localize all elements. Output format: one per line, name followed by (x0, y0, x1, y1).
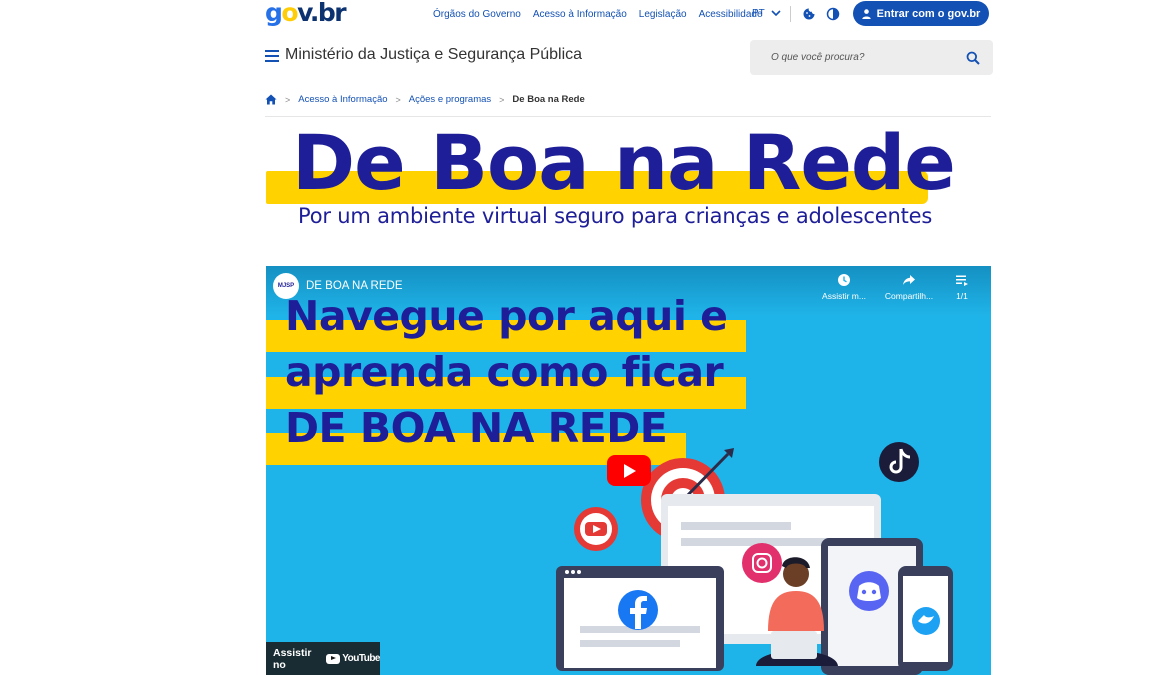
cookie-icon[interactable] (802, 7, 816, 21)
language-select[interactable]: PT (752, 8, 781, 19)
chevron-right-icon: > (395, 94, 401, 105)
facebook-icon (618, 590, 658, 630)
play-button[interactable] (607, 455, 651, 486)
user-icon (861, 8, 871, 19)
chevron-right-icon: > (285, 94, 291, 105)
top-header: gov.br Órgãos do Governo Acesso à Inform… (265, 0, 991, 28)
share-label: Compartilh... (884, 291, 934, 301)
search-box[interactable]: O que você procura? (750, 40, 993, 75)
watch-later-label: Assistir m... (822, 291, 866, 301)
link-acesso-a-informacao[interactable]: Acesso à Informação (533, 9, 627, 20)
breadcrumb: > Acesso à Informação > Ações e programa… (265, 94, 585, 105)
video-player[interactable]: MJSP DE BOA NA REDE Assistir m... Compar… (266, 266, 991, 675)
tiktok-icon (879, 442, 919, 482)
video-headline-line-1: Navegue por aqui e (285, 292, 728, 340)
share-icon (903, 275, 915, 285)
playlist-icon (956, 275, 968, 286)
login-label: Entrar com o gov.br (876, 7, 981, 20)
youtube-bubble-icon (574, 507, 618, 551)
youtube-wordmark: YouTube (342, 653, 380, 664)
instagram-icon (742, 543, 782, 583)
search-input[interactable]: O que você procura? (771, 52, 864, 63)
search-icon[interactable] (966, 51, 980, 65)
watch-on-youtube-button[interactable]: Assistir no YouTube (266, 642, 380, 675)
login-button[interactable]: Entrar com o gov.br (853, 1, 989, 26)
banner-subtitle: Por um ambiente virtual seguro para cria… (298, 204, 933, 228)
chevron-down-icon (771, 10, 781, 17)
site-title[interactable]: Ministério da Justiça e Segurança Públic… (285, 46, 582, 64)
top-links: Órgãos do Governo Acesso à Informação Le… (433, 9, 763, 20)
contrast-icon[interactable] (826, 7, 840, 21)
divider (790, 6, 791, 22)
watch-later-button[interactable]: Assistir m... (819, 273, 869, 301)
video-title[interactable]: DE BOA NA REDE (306, 280, 403, 292)
divider (265, 116, 991, 117)
breadcrumb-item-acoes[interactable]: Ações e programas (409, 94, 491, 105)
link-legislacao[interactable]: Legislação (639, 9, 687, 20)
share-button[interactable]: Compartilh... (882, 273, 936, 301)
govbr-logo[interactable]: gov.br (265, 0, 347, 26)
watch-on-label: Assistir no (273, 646, 312, 671)
home-icon[interactable] (265, 94, 277, 105)
youtube-play-icon (326, 653, 341, 664)
language-value: PT (752, 8, 765, 19)
breadcrumb-item-acesso[interactable]: Acesso à Informação (298, 94, 387, 105)
playlist-button[interactable]: 1/1 (950, 273, 974, 301)
phone-illustration (898, 566, 953, 671)
playlist-count: 1/1 (956, 291, 968, 301)
discord-icon (849, 571, 889, 611)
breadcrumb-current: De Boa na Rede (512, 94, 585, 105)
page: gov.br Órgãos do Governo Acesso à Inform… (0, 0, 1170, 675)
link-orgaos-do-governo[interactable]: Órgãos do Governo (433, 9, 521, 20)
video-headline-line-2: aprenda como ficar (285, 348, 724, 396)
chevron-right-icon: > (499, 94, 505, 105)
banner-title: De Boa na Rede (292, 118, 956, 207)
youtube-logo: YouTube (326, 653, 380, 664)
menu-icon[interactable] (265, 49, 279, 63)
clock-icon (838, 274, 850, 286)
